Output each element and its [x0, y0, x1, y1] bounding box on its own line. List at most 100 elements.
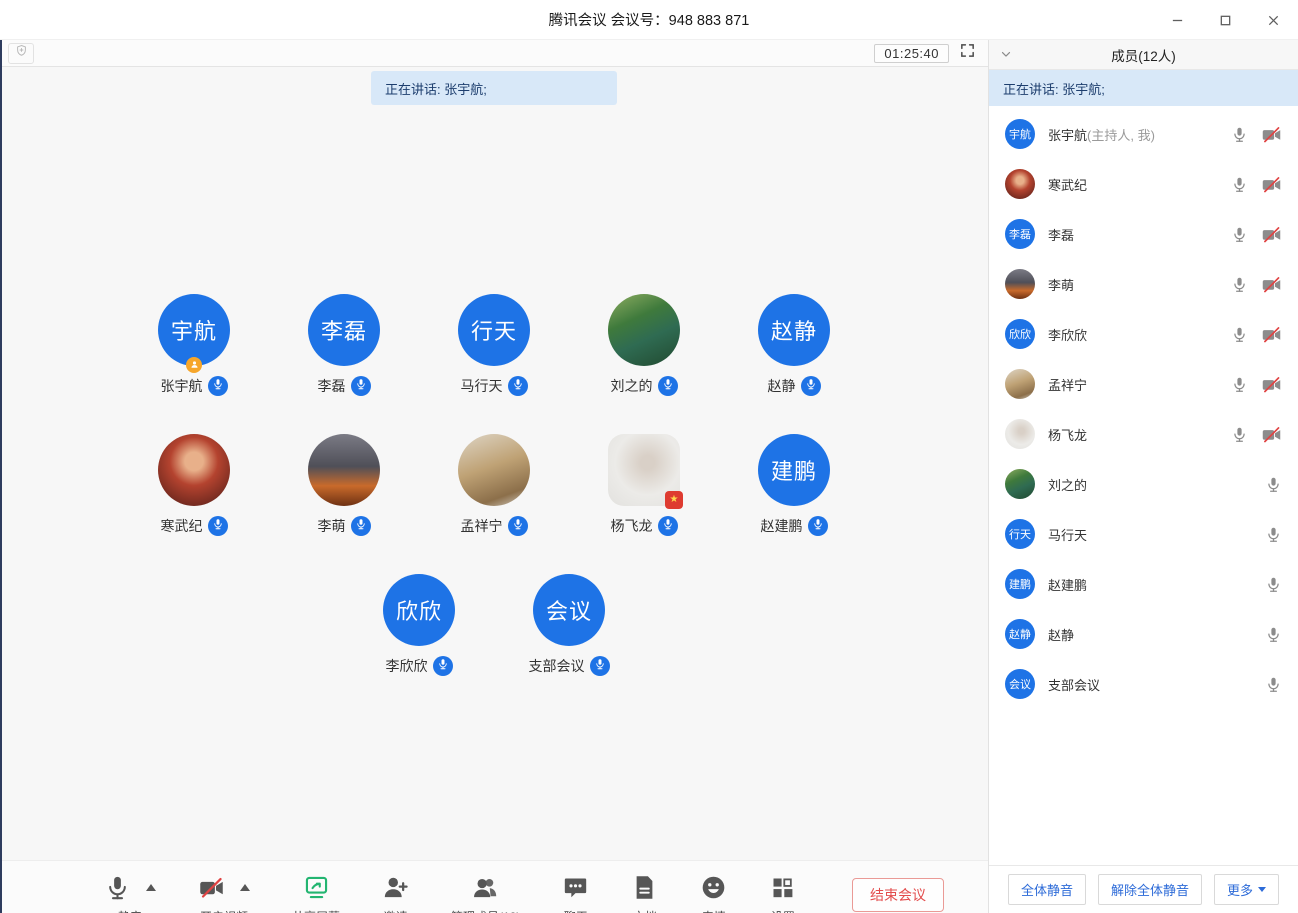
- mic-on-icon[interactable]: [658, 516, 678, 536]
- toolbar-button-camera-off[interactable]: 开启视频: [198, 873, 250, 913]
- toolbar-button-emoji[interactable]: 表情: [700, 873, 727, 913]
- participant-name: 支部会议: [529, 656, 585, 676]
- mute-all-button[interactable]: 全体静音: [1008, 874, 1086, 905]
- avatar-initials: 李磊: [1009, 226, 1031, 242]
- member-name: 李欣欣: [1048, 328, 1087, 343]
- mic-icon[interactable]: [1265, 526, 1282, 543]
- toolbar-button-screen-share[interactable]: 共享屏幕: [292, 873, 340, 913]
- participant-avatar: 宇航: [158, 294, 230, 366]
- member-avatar: 李磊: [1005, 219, 1035, 249]
- mic-on-icon[interactable]: [351, 516, 371, 536]
- mic-icon[interactable]: [1265, 626, 1282, 643]
- minimize-button[interactable]: [1166, 9, 1188, 31]
- mic-on-icon[interactable]: [208, 516, 228, 536]
- mic-icon[interactable]: [1265, 676, 1282, 693]
- camera-off-icon[interactable]: [1261, 424, 1282, 445]
- member-avatar: 赵静: [1005, 619, 1035, 649]
- mic-icon[interactable]: [1231, 276, 1248, 293]
- participant-tile[interactable]: 孟祥宁: [419, 434, 569, 536]
- mic-icon[interactable]: [1231, 326, 1248, 343]
- member-row[interactable]: 会议 支部会议: [989, 659, 1298, 709]
- participant-tile[interactable]: 会议 支部会议: [494, 574, 644, 676]
- participant-tile[interactable]: 建鹏 赵建鹏: [719, 434, 869, 536]
- mic-icon[interactable]: [1231, 176, 1248, 193]
- camera-off-icon[interactable]: [1261, 324, 1282, 345]
- avatar-initials: 李磊: [321, 314, 367, 346]
- mic-on-icon[interactable]: [208, 376, 228, 396]
- camera-off-icon[interactable]: [1261, 374, 1282, 395]
- participant-name: 赵静: [768, 376, 796, 396]
- flag-badge-icon: ★: [665, 491, 683, 509]
- collapse-panel-button[interactable]: [999, 40, 1013, 70]
- toolbar-button-mic[interactable]: 静音: [104, 873, 156, 913]
- mic-on-icon[interactable]: [590, 656, 610, 676]
- more-button[interactable]: 更多: [1214, 874, 1279, 905]
- mic-icon[interactable]: [1265, 476, 1282, 493]
- member-row[interactable]: 行天 马行天: [989, 509, 1298, 559]
- bottom-toolbar: 静音 开启视频 共享屏幕 邀请 管理成员(12): [0, 860, 988, 913]
- participant-tile[interactable]: 欣欣 李欣欣: [344, 574, 494, 676]
- toolbar-button-chat[interactable]: 聊天: [562, 873, 589, 913]
- mic-icon[interactable]: [1231, 226, 1248, 243]
- mic-icon[interactable]: [1231, 376, 1248, 393]
- participant-tile[interactable]: 寒武纪: [119, 434, 269, 536]
- end-meeting-button[interactable]: 结束会议: [852, 878, 944, 912]
- members-panel-header: 成员(12人): [989, 40, 1298, 70]
- participant-tile[interactable]: 刘之的: [569, 294, 719, 396]
- member-row[interactable]: 孟祥宁: [989, 359, 1298, 409]
- member-avatar: [1005, 419, 1035, 449]
- mic-on-icon[interactable]: [351, 376, 371, 396]
- member-avatar: 宇航: [1005, 119, 1035, 149]
- mic-glyph: [355, 377, 367, 395]
- mic-on-icon[interactable]: [433, 656, 453, 676]
- members-icon: [472, 874, 499, 901]
- participant-avatar: 行天: [458, 294, 530, 366]
- member-name: 马行天: [1048, 528, 1087, 543]
- close-button[interactable]: [1262, 9, 1284, 31]
- camera-off-icon[interactable]: [1261, 274, 1282, 295]
- toolbar-button-document[interactable]: 文档: [631, 873, 658, 913]
- participant-tile[interactable]: 李磊 李磊: [269, 294, 419, 396]
- member-row[interactable]: 宇航 张宇航(主持人, 我): [989, 109, 1298, 159]
- participant-tile[interactable]: 赵静 赵静: [719, 294, 869, 396]
- member-row[interactable]: 杨飞龙: [989, 409, 1298, 459]
- mic-icon[interactable]: [1265, 576, 1282, 593]
- member-row[interactable]: 李萌: [989, 259, 1298, 309]
- member-row[interactable]: 刘之的: [989, 459, 1298, 509]
- member-row[interactable]: 赵静 赵静: [989, 609, 1298, 659]
- mic-on-icon[interactable]: [808, 516, 828, 536]
- avatar-initials: 建鹏: [771, 454, 817, 486]
- camera-off-icon[interactable]: [1261, 224, 1282, 245]
- mic-icon[interactable]: [1231, 126, 1248, 143]
- mic-on-icon[interactable]: [658, 376, 678, 396]
- participant-avatar: 李磊: [308, 294, 380, 366]
- member-row[interactable]: 建鹏 赵建鹏: [989, 559, 1298, 609]
- maximize-button[interactable]: [1214, 9, 1236, 31]
- caret-up-icon[interactable]: [146, 884, 156, 891]
- member-row[interactable]: 寒武纪: [989, 159, 1298, 209]
- unmute-all-button[interactable]: 解除全体静音: [1098, 874, 1202, 905]
- mic-on-icon[interactable]: [801, 376, 821, 396]
- participant-tile[interactable]: 李萌: [269, 434, 419, 536]
- toolbar-button-apps[interactable]: 设置: [769, 873, 796, 913]
- camera-off-icon[interactable]: [1261, 124, 1282, 145]
- security-shield-button[interactable]: [8, 43, 34, 64]
- member-row[interactable]: 欣欣 李欣欣: [989, 309, 1298, 359]
- toolbar-button-invite[interactable]: 邀请: [382, 873, 409, 913]
- fullscreen-icon: [959, 42, 976, 64]
- member-row[interactable]: 李磊 李磊: [989, 209, 1298, 259]
- caret-up-icon[interactable]: [240, 884, 250, 891]
- member-avatar: [1005, 469, 1035, 499]
- mic-on-icon[interactable]: [508, 376, 528, 396]
- mic-on-icon[interactable]: [508, 516, 528, 536]
- toolbar-button-members[interactable]: 管理成员(12): [451, 873, 520, 913]
- fullscreen-button[interactable]: [959, 42, 976, 64]
- mic-icon[interactable]: [1231, 426, 1248, 443]
- camera-off-icon[interactable]: [1261, 174, 1282, 195]
- participant-tile[interactable]: ★ 杨飞龙: [569, 434, 719, 536]
- participant-tile[interactable]: 行天 马行天: [419, 294, 569, 396]
- speaking-banner-row: 正在讲话: 张宇航;: [0, 67, 988, 109]
- participant-tile[interactable]: 宇航 张宇航: [119, 294, 269, 396]
- avatar-initials: 宇航: [1009, 126, 1031, 142]
- host-badge-icon: [186, 357, 202, 373]
